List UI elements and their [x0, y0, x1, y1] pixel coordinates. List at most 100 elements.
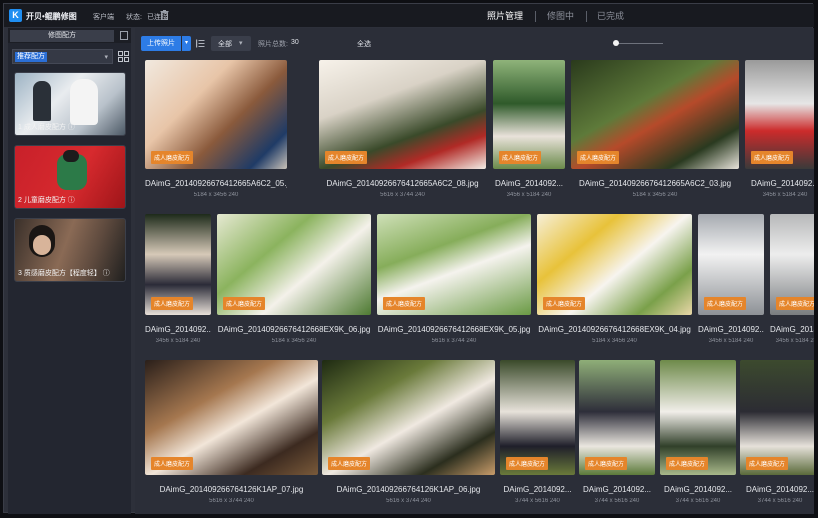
- tab-recipes[interactable]: 修图配方: [10, 30, 114, 42]
- recipe-badge: 成人磨皮配方: [776, 297, 814, 310]
- collapse-icon[interactable]: [120, 31, 128, 40]
- recipe-badge: 成人磨皮配方: [543, 297, 586, 310]
- info-icon: ⓘ: [102, 270, 110, 277]
- upload-photos-button[interactable]: 上传照片: [141, 36, 181, 51]
- info-icon: ⓘ: [67, 124, 75, 131]
- photo-metadata: 3744 x 5616 240: [515, 498, 560, 504]
- photo-card[interactable]: 成人磨皮配方 DAimG_2014092... 3456 x 5184 240: [770, 214, 814, 355]
- photo-card[interactable]: 成人磨皮配方 DAimG_2014092... 3456 x 5184 240: [145, 214, 211, 355]
- photo-count-value: 30: [291, 39, 299, 46]
- app-name: 开贝•鲲鹏修图: [26, 12, 77, 21]
- photo-card[interactable]: 成人磨皮配方 DAimG_2014092... 3744 x 5616 240: [500, 360, 575, 514]
- photo-thumbnail[interactable]: 成人磨皮配方: [145, 214, 211, 315]
- photo-thumbnail[interactable]: 成人磨皮配方: [145, 60, 287, 169]
- preset-card-adult[interactable]: 1 成人磨皮配方 ⓘ: [14, 72, 126, 136]
- photo-filename: DAimG_20140926676412665A6C2_08.jpg: [326, 179, 479, 188]
- sort-icon[interactable]: [196, 39, 205, 48]
- recipe-badge: 成人磨皮配方: [383, 297, 426, 310]
- photo-card[interactable]: 成人磨皮配方 DAimG_2014092... 3456 x 5184 240: [745, 60, 814, 209]
- photo-thumbnail[interactable]: 成人磨皮配方: [217, 214, 371, 315]
- info-icon: ⓘ: [67, 197, 75, 204]
- tab-completed[interactable]: 已完成: [597, 9, 624, 22]
- upload-dropdown-button[interactable]: ▾: [182, 36, 191, 51]
- photo-filename: DAimG_2014092...: [698, 325, 764, 334]
- photo-filter-value: 全部: [218, 41, 232, 48]
- photo-thumbnail[interactable]: 成人磨皮配方: [493, 60, 565, 169]
- preset-thumbnail: [63, 150, 79, 162]
- photo-card[interactable]: 成人磨皮配方 DAimG_201409266764126K1AP_07.jpg 56…: [145, 360, 318, 514]
- photo-metadata: 3456 x 5184 240: [506, 192, 552, 198]
- photo-thumbnail[interactable]: 成人磨皮配方: [537, 214, 692, 315]
- photo-card[interactable]: 成人磨皮配方 DAimG_2014092... 3744 x 5616 240: [579, 360, 655, 514]
- tab-retouching[interactable]: 修图中: [547, 9, 574, 22]
- photo-filename: DAimG_20140926676412665A6C2_05.jpg: [145, 179, 287, 188]
- preset-card-texture[interactable]: 3 质感磨皮配方【程度轻】 ⓘ: [14, 218, 126, 282]
- preset-label: 2 儿童磨皮配方 ⓘ: [18, 197, 75, 204]
- photo-filename: DAimG_2014092...: [750, 179, 814, 188]
- photo-thumbnail[interactable]: 成人磨皮配方: [660, 360, 736, 475]
- photo-metadata: 3456 x 5184 240: [762, 192, 808, 198]
- photo-card[interactable]: 成人磨皮配方 DAimG_2014092... 3456 x 5184 240: [698, 214, 764, 355]
- recipe-badge: 成人磨皮配方: [223, 297, 266, 310]
- trash-icon[interactable]: [160, 10, 169, 20]
- photo-metadata: 3744 x 5616 240: [594, 498, 640, 504]
- photo-card[interactable]: 成人磨皮配方 DAimG_20140926676412668EX9K_04.jpg…: [537, 214, 692, 355]
- photo-metadata: 5184 x 3456 240: [592, 338, 637, 344]
- photo-thumbnail[interactable]: 成人磨皮配方: [579, 360, 655, 475]
- photo-metadata: 5616 x 3744 240: [386, 498, 431, 504]
- zoom-slider-track[interactable]: [613, 43, 663, 44]
- photo-card[interactable]: 成人磨皮配方 DAimG_20140926676412668EX9K_05.jpg…: [377, 214, 531, 355]
- recipe-filter-select[interactable]: 推荐配方 ▾: [12, 49, 113, 64]
- status-label: 状态:: [126, 14, 142, 21]
- select-all-button[interactable]: 全选: [357, 39, 371, 49]
- photo-card[interactable]: 成人磨皮配方 DAimG_20140926676412665A6C2_05.jpg…: [145, 60, 287, 209]
- tab-divider: [586, 11, 587, 22]
- title-bar: K 开贝•鲲鹏修图 客户端 状态: 已连接 照片管理 修图中 已完成: [4, 4, 814, 27]
- recipe-badge: 成人磨皮配方: [151, 297, 194, 310]
- photo-card[interactable]: 成人磨皮配方 DAimG_20140926676412668EX9K_06.jpg…: [217, 214, 371, 355]
- recipe-badge: 成人磨皮配方: [585, 457, 628, 470]
- photo-thumbnail[interactable]: 成人磨皮配方: [377, 214, 531, 315]
- photo-manager: 上传照片 ▾ 全部 ▾ 照片总数: 30 全选 成人磨皮配方 DAimG_2014…: [135, 28, 814, 514]
- preset-label: 3 质感磨皮配方【程度轻】 ⓘ: [18, 270, 110, 277]
- tab-photo-management[interactable]: 照片管理: [487, 9, 523, 22]
- photo-thumbnail[interactable]: 成人磨皮配方: [500, 360, 575, 475]
- photo-card[interactable]: 成人磨皮配方 DAimG_2014092... 3744 x 5616 240: [660, 360, 736, 514]
- photo-filter-select[interactable]: 全部 ▾: [211, 36, 251, 51]
- photo-thumbnail[interactable]: 成人磨皮配方: [319, 60, 486, 169]
- photo-thumbnail[interactable]: 成人磨皮配方: [698, 214, 764, 315]
- photo-filename: DAimG_2014092...: [770, 325, 814, 334]
- zoom-slider-handle[interactable]: [612, 40, 619, 46]
- photo-thumbnail[interactable]: 成人磨皮配方: [740, 360, 814, 475]
- photo-card[interactable]: 成人磨皮配方 DAimG_2014092... 3744 x 5616 240: [740, 360, 814, 514]
- photo-filename: DAimG_2014092...: [503, 485, 572, 494]
- recipe-badge: 成人磨皮配方: [499, 151, 542, 164]
- preset-thumbnail: [33, 235, 51, 255]
- photo-filename: DAimG_2014092...: [145, 325, 211, 334]
- recipe-filter-value: 推荐配方: [15, 52, 47, 62]
- photo-count-label: 照片总数:: [258, 41, 288, 48]
- photo-metadata: 3456 x 5184 240: [155, 338, 201, 344]
- photo-thumbnail[interactable]: 成人磨皮配方: [145, 360, 318, 475]
- photo-metadata: 5616 x 3744 240: [209, 498, 254, 504]
- recipe-badge: 成人磨皮配方: [328, 457, 371, 470]
- grid-view-icon[interactable]: [118, 51, 129, 62]
- photo-filename: DAimG_2014092...: [582, 485, 652, 494]
- photo-thumbnail[interactable]: 成人磨皮配方: [745, 60, 814, 169]
- photo-filename: DAimG_201409266764126K1AP_06.jpg: [336, 485, 481, 494]
- preset-card-child[interactable]: 2 儿童磨皮配方 ⓘ: [14, 145, 126, 209]
- photo-thumbnail[interactable]: 成人磨皮配方: [322, 360, 495, 475]
- photo-card[interactable]: 成人磨皮配方 DAimG_20140926676412665A6C2_03.jpg…: [571, 60, 739, 209]
- photo-card[interactable]: 成人磨皮配方 DAimG_2014092... 3456 x 5184 240: [493, 60, 565, 209]
- photo-metadata: 3456 x 5184 240: [708, 338, 754, 344]
- photo-metadata: 3744 x 5616 240: [675, 498, 721, 504]
- preset-thumbnail: [70, 79, 98, 125]
- recipe-badge: 成人磨皮配方: [751, 151, 794, 164]
- photo-thumbnail[interactable]: 成人磨皮配方: [770, 214, 814, 315]
- preset-thumbnail: [33, 81, 51, 121]
- recipe-badge: 成人磨皮配方: [704, 297, 747, 310]
- photo-card[interactable]: 成人磨皮配方 DAimG_20140926676412665A6C2_08.jpg…: [319, 60, 486, 209]
- photo-thumbnail[interactable]: 成人磨皮配方: [571, 60, 739, 169]
- photo-card[interactable]: 成人磨皮配方 DAimG_201409266764126K1AP_06.jpg 56…: [322, 360, 495, 514]
- sidebar-tabbar: 修图配方: [8, 28, 131, 43]
